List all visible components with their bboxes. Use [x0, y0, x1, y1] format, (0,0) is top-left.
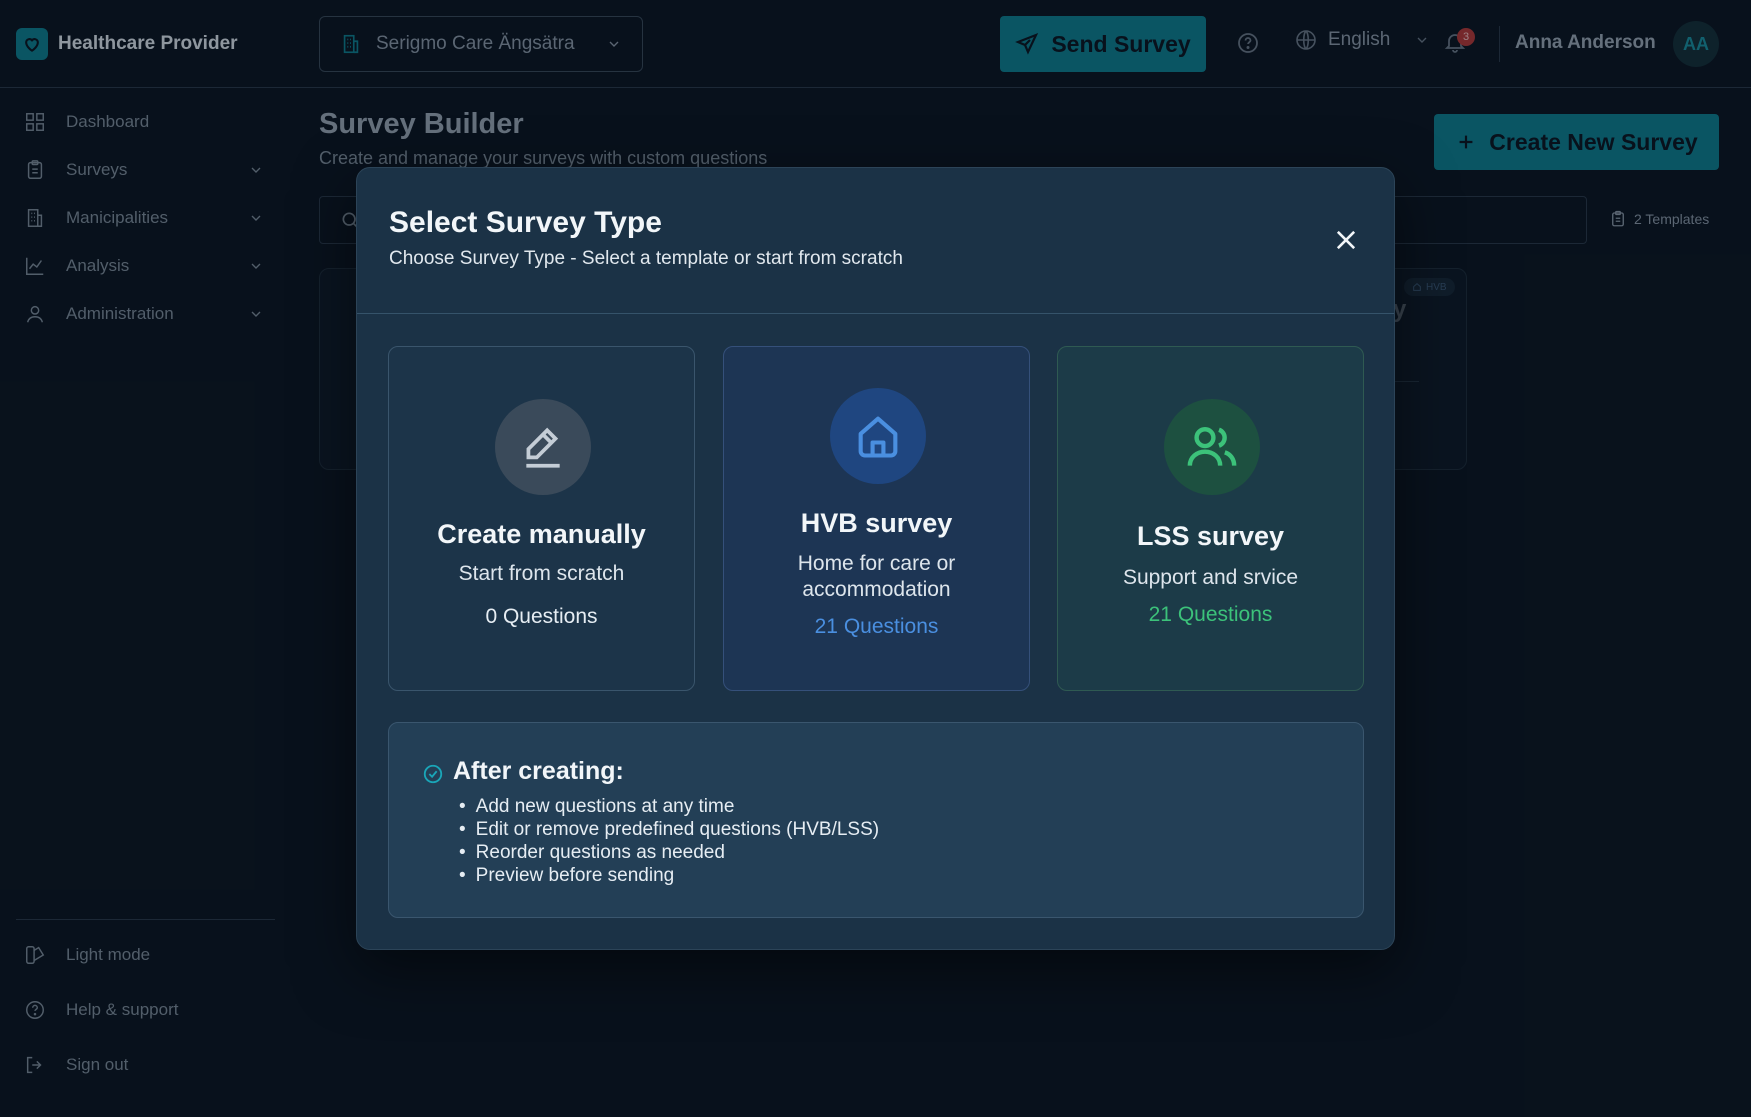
users-icon	[1164, 399, 1260, 495]
after-creating-title: After creating:	[453, 757, 624, 785]
hvb-survey-card[interactable]: HVB survey Home for care or accommodatio…	[723, 346, 1030, 691]
list-item: Reorder questions as needed	[459, 841, 879, 864]
question-count: 21 Questions	[814, 615, 939, 638]
close-icon[interactable]	[1331, 225, 1361, 255]
create-manually-card[interactable]: Create manually Start from scratch 0 Que…	[388, 346, 695, 691]
select-survey-type-dialog: Select Survey Type Choose Survey Type - …	[356, 167, 1395, 950]
after-creating-list: Add new questions at any time Edit or re…	[459, 795, 879, 887]
home-icon	[830, 388, 926, 484]
card-title: HVB survey	[800, 508, 953, 538]
modal-subtitle: Choose Survey Type - Select a template o…	[389, 248, 903, 269]
card-description: Support and srvice	[1122, 566, 1299, 589]
question-count: 21 Questions	[1148, 603, 1273, 626]
card-title: LSS survey	[1136, 521, 1285, 551]
question-count: 0 Questions	[485, 605, 598, 628]
card-description: Start from scratch	[458, 562, 625, 585]
check-circle-icon	[422, 763, 444, 790]
list-item: Edit or remove predefined questions (HVB…	[459, 818, 879, 841]
card-title: Create manually	[437, 519, 646, 549]
card-description: Home for care or accommodation	[797, 552, 956, 601]
pencil-icon	[495, 399, 591, 495]
modal-title: Select Survey Type	[389, 206, 662, 239]
list-item: Preview before sending	[459, 864, 879, 887]
lss-survey-card[interactable]: LSS survey Support and srvice 21 Questio…	[1057, 346, 1364, 691]
after-creating-info: After creating: Add new questions at any…	[388, 722, 1364, 918]
list-item: Add new questions at any time	[459, 795, 879, 818]
modal-header: Select Survey Type Choose Survey Type - …	[357, 168, 1394, 314]
